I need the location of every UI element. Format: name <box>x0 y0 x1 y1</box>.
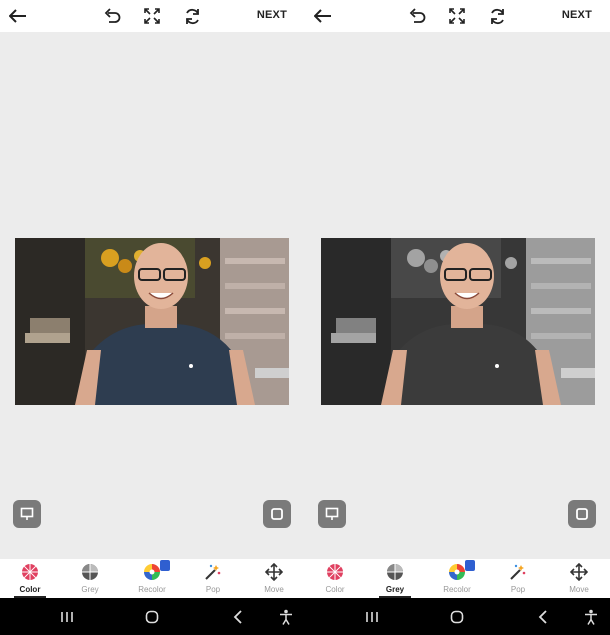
recolor-wheel-icon <box>143 560 170 581</box>
move-arrows-icon <box>569 562 589 582</box>
home-icon[interactable] <box>448 608 466 626</box>
tool-label: Recolor <box>443 585 471 594</box>
reset-icon[interactable] <box>485 4 509 28</box>
fullscreen-icon[interactable] <box>140 4 164 28</box>
reset-icon[interactable] <box>180 4 204 28</box>
tool-label: Pop <box>205 585 221 594</box>
crop-button[interactable] <box>263 500 291 528</box>
top-toolbar: NEXT <box>305 0 610 32</box>
tool-move[interactable]: Move <box>244 559 304 598</box>
top-toolbar: NEXT <box>0 0 305 32</box>
back-arrow-icon[interactable] <box>311 4 335 28</box>
system-nav-bar <box>0 598 305 635</box>
magic-wand-icon <box>509 563 527 581</box>
color-wheel-icon <box>21 563 39 581</box>
editor-pane-left: NEXT Color Grey Recolor Pop Move <box>0 0 305 635</box>
grey-wheel-icon <box>386 563 404 581</box>
tool-color[interactable]: Color <box>0 559 60 598</box>
compare-button[interactable] <box>318 500 346 528</box>
tool-grey[interactable]: Grey <box>365 559 425 598</box>
photo-canvas[interactable] <box>321 238 595 405</box>
recent-apps-icon[interactable] <box>363 608 381 626</box>
tool-pop[interactable]: Pop <box>183 559 243 598</box>
fullscreen-icon[interactable] <box>445 4 469 28</box>
tool-label: Grey <box>81 585 99 594</box>
color-wheel-icon <box>326 563 344 581</box>
tool-recolor[interactable]: Recolor <box>427 559 487 598</box>
home-icon[interactable] <box>143 608 161 626</box>
recolor-wheel-icon <box>448 560 475 581</box>
tool-bar: Color Grey Recolor Pop Move <box>0 559 305 598</box>
move-arrows-icon <box>264 562 284 582</box>
nav-back-icon[interactable] <box>534 608 552 626</box>
crop-button[interactable] <box>568 500 596 528</box>
tool-label: Color <box>19 585 41 594</box>
photo-canvas[interactable] <box>15 238 289 405</box>
premium-badge-icon <box>160 560 170 571</box>
tool-label: Recolor <box>138 585 166 594</box>
accessibility-icon[interactable] <box>277 608 295 626</box>
undo-icon[interactable] <box>100 4 124 28</box>
tool-label: Grey <box>385 585 405 594</box>
tool-recolor[interactable]: Recolor <box>122 559 182 598</box>
tool-label: Color <box>325 585 345 594</box>
tool-label: Pop <box>510 585 526 594</box>
nav-back-icon[interactable] <box>229 608 247 626</box>
tool-bar: Color Grey Recolor Pop Move <box>305 559 610 598</box>
editor-pane-right: NEXT Color Grey Recolor Pop Move <box>305 0 610 635</box>
tool-pop[interactable]: Pop <box>488 559 548 598</box>
next-button[interactable]: NEXT <box>562 9 592 21</box>
tool-label: Move <box>264 585 284 594</box>
system-nav-bar <box>305 598 610 635</box>
tool-label: Move <box>569 585 589 594</box>
back-arrow-icon[interactable] <box>6 4 30 28</box>
accessibility-icon[interactable] <box>582 608 600 626</box>
undo-icon[interactable] <box>405 4 429 28</box>
next-button[interactable]: NEXT <box>257 9 287 21</box>
magic-wand-icon <box>204 563 222 581</box>
grey-wheel-icon <box>81 563 99 581</box>
tool-color[interactable]: Color <box>305 559 365 598</box>
recent-apps-icon[interactable] <box>58 608 76 626</box>
compare-button[interactable] <box>13 500 41 528</box>
premium-badge-icon <box>465 560 475 571</box>
tool-grey[interactable]: Grey <box>60 559 120 598</box>
tool-move[interactable]: Move <box>549 559 609 598</box>
